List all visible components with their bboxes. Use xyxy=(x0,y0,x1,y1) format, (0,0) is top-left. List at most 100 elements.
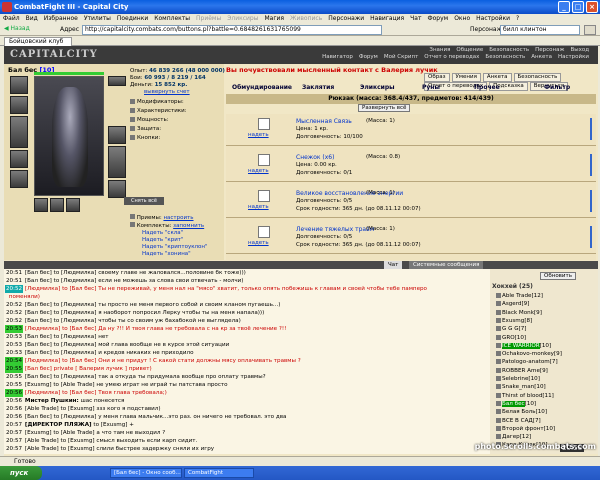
inventory-tab[interactable]: Обмундирование xyxy=(232,84,292,91)
menu-item[interactable]: Живопись xyxy=(287,15,325,22)
user-entry[interactable]: Дагер[12] xyxy=(496,434,531,440)
chat-nick[interactable]: [Людмилка] xyxy=(25,326,60,332)
tab-chat[interactable]: Чат xyxy=(384,261,403,269)
user-entry[interactable]: GRO[10] xyxy=(496,334,526,341)
refresh-button[interactable]: Обновить xyxy=(540,272,576,280)
back-button[interactable]: ◀ Назад xyxy=(4,25,30,32)
slot-ring-2[interactable] xyxy=(50,198,64,212)
user-nick[interactable]: Black Monk xyxy=(502,310,534,316)
chat-time[interactable]: 20:53 xyxy=(5,325,24,333)
game-nav-link[interactable]: Мой Скрипт xyxy=(381,54,421,60)
mod-characteristics[interactable]: Характеристики: xyxy=(130,108,187,114)
tab-system-messages[interactable]: Системные сообщения xyxy=(409,261,484,269)
user-nick[interactable]: Asgerd xyxy=(502,301,522,307)
inventory-tab[interactable]: Заклятия xyxy=(302,84,334,91)
menu-item[interactable]: Форум xyxy=(424,15,451,22)
task-chat-window[interactable]: [Бал бес] - Окно сооб... xyxy=(110,468,182,478)
user-nick[interactable]: Второй фронт xyxy=(502,426,544,432)
user-nick[interactable]: ICE WARRIOR xyxy=(502,342,540,349)
chat-time[interactable]: 20:51 xyxy=(5,269,23,277)
menu-item[interactable]: Персонажи xyxy=(325,15,367,22)
user-nick[interactable]: ВСЕ В САД xyxy=(502,418,533,424)
chat-nick[interactable]: [Людмилка] xyxy=(25,358,60,364)
chat-nick[interactable]: [Бал бес] xyxy=(25,302,52,308)
user-entry[interactable]: Exusmg[8] xyxy=(496,317,532,324)
menu-item[interactable]: Избранное xyxy=(41,15,81,22)
user-entry[interactable]: Selebrine[10] xyxy=(496,376,540,382)
chat-nick[interactable]: [Бал бес] xyxy=(25,318,52,324)
game-nav-link[interactable]: Форум xyxy=(356,54,381,60)
search-button[interactable] xyxy=(584,25,596,35)
search-input[interactable]: билл клинтон xyxy=(500,25,580,35)
action-button[interactable]: Безопасность xyxy=(513,73,562,82)
tab-fight-club[interactable]: Бойцовский клуб xyxy=(4,37,73,46)
private-icon[interactable] xyxy=(496,367,501,373)
slot-armor[interactable] xyxy=(10,150,28,168)
user-nick[interactable]: Able Trade xyxy=(502,293,531,299)
chat-nick[interactable]: [Exusmg] xyxy=(25,382,52,388)
set-link-3[interactable]: Надеть "криптоуклон" xyxy=(142,244,208,250)
chat-time[interactable]: 20:53 xyxy=(5,349,23,357)
game-nav-link[interactable]: Безопасность xyxy=(482,54,528,60)
item-thumbnail[interactable] xyxy=(258,226,270,238)
maximize-button[interactable]: □ xyxy=(572,1,584,13)
private-icon[interactable] xyxy=(496,334,501,340)
user-entry[interactable]: Белая Боль[10] xyxy=(496,409,547,415)
user-nick[interactable]: ROBBER Ame xyxy=(502,368,540,374)
item-thumbnail[interactable] xyxy=(258,154,270,166)
slot-earring[interactable] xyxy=(108,76,126,86)
slot-ring-1[interactable] xyxy=(34,198,48,212)
slot-shield[interactable] xyxy=(108,146,126,178)
private-icon[interactable] xyxy=(496,392,501,398)
user-nick[interactable]: Бал бес xyxy=(502,400,525,407)
private-icon[interactable] xyxy=(496,425,501,431)
user-nick[interactable]: Дагер xyxy=(502,434,520,440)
private-icon[interactable] xyxy=(496,342,501,348)
user-entry[interactable]: G G G[7] xyxy=(496,326,527,332)
chat-time[interactable]: 20:54 xyxy=(5,357,24,365)
chat-nick[interactable]: [Exusmg] xyxy=(25,430,52,436)
menu-item[interactable]: Комплекты xyxy=(151,15,193,22)
user-entry[interactable]: ICE WARRIOR[10] xyxy=(496,342,551,349)
inventory-tab[interactable]: Прочее xyxy=(474,84,500,91)
set-link-4[interactable]: Надеть "хонина" xyxy=(142,251,191,257)
item-name[interactable]: Лечение тяжелых травм xyxy=(296,226,374,233)
address-input[interactable]: http://capitalcity.combats.com/buttons.p… xyxy=(82,25,382,35)
game-nav-link[interactable]: Безопасность xyxy=(486,47,532,53)
chat-time[interactable]: 20:56 xyxy=(5,413,23,421)
chat-time[interactable]: 20:57 xyxy=(5,421,23,429)
game-nav-link[interactable]: Знания xyxy=(426,47,453,53)
chat-nick[interactable]: [Людмилка] xyxy=(25,286,60,292)
menu-item[interactable]: ? xyxy=(513,15,522,22)
chat-time[interactable]: 20:52 xyxy=(5,309,23,317)
chat-nick[interactable]: [Able Trade] xyxy=(25,406,59,412)
item-thumbnail[interactable] xyxy=(258,118,270,130)
slot-gloves[interactable] xyxy=(108,126,126,144)
chat-time[interactable]: 20:56 xyxy=(5,397,23,405)
user-entry[interactable]: Black Monk[9] xyxy=(496,309,542,316)
user-entry[interactable]: Able Trade[12] xyxy=(496,293,543,299)
chat-nick[interactable]: [Бал бес] xyxy=(25,334,52,340)
action-button[interactable]: Умения xyxy=(451,73,481,82)
scroll-arrow[interactable] xyxy=(590,226,592,248)
chat-time[interactable]: 20:52 xyxy=(5,317,23,325)
wear-link[interactable]: надеть xyxy=(248,132,269,138)
game-nav-link[interactable]: Выход xyxy=(567,47,592,53)
chat-nick[interactable]: [Людмилка] xyxy=(25,390,60,396)
chat-time[interactable]: 20:57 xyxy=(5,453,23,454)
mod-buttons[interactable]: Кнопки: xyxy=(130,135,160,141)
chat-time[interactable]: 20:53 xyxy=(5,333,23,341)
user-nick[interactable]: Ochakovo-monkey xyxy=(502,351,554,357)
remember-link[interactable]: запомнить xyxy=(173,223,204,229)
close-button[interactable]: × xyxy=(586,1,598,13)
inventory-tab[interactable]: Фильтр xyxy=(544,84,570,91)
game-nav-link[interactable]: Анкета xyxy=(528,54,555,60)
wear-link[interactable]: надеть xyxy=(248,204,269,210)
chat-time[interactable]: 20:51 xyxy=(5,277,23,285)
chat-time[interactable]: 20:57 xyxy=(5,437,23,445)
mod-power[interactable]: Мощность: xyxy=(130,117,169,123)
menu-item[interactable]: Утилиты xyxy=(81,15,114,22)
item-name[interactable]: Снежок (x6) xyxy=(296,154,334,161)
scroll-arrow[interactable] xyxy=(590,190,592,212)
chat-nick[interactable]: [Бал бес] xyxy=(25,374,52,380)
